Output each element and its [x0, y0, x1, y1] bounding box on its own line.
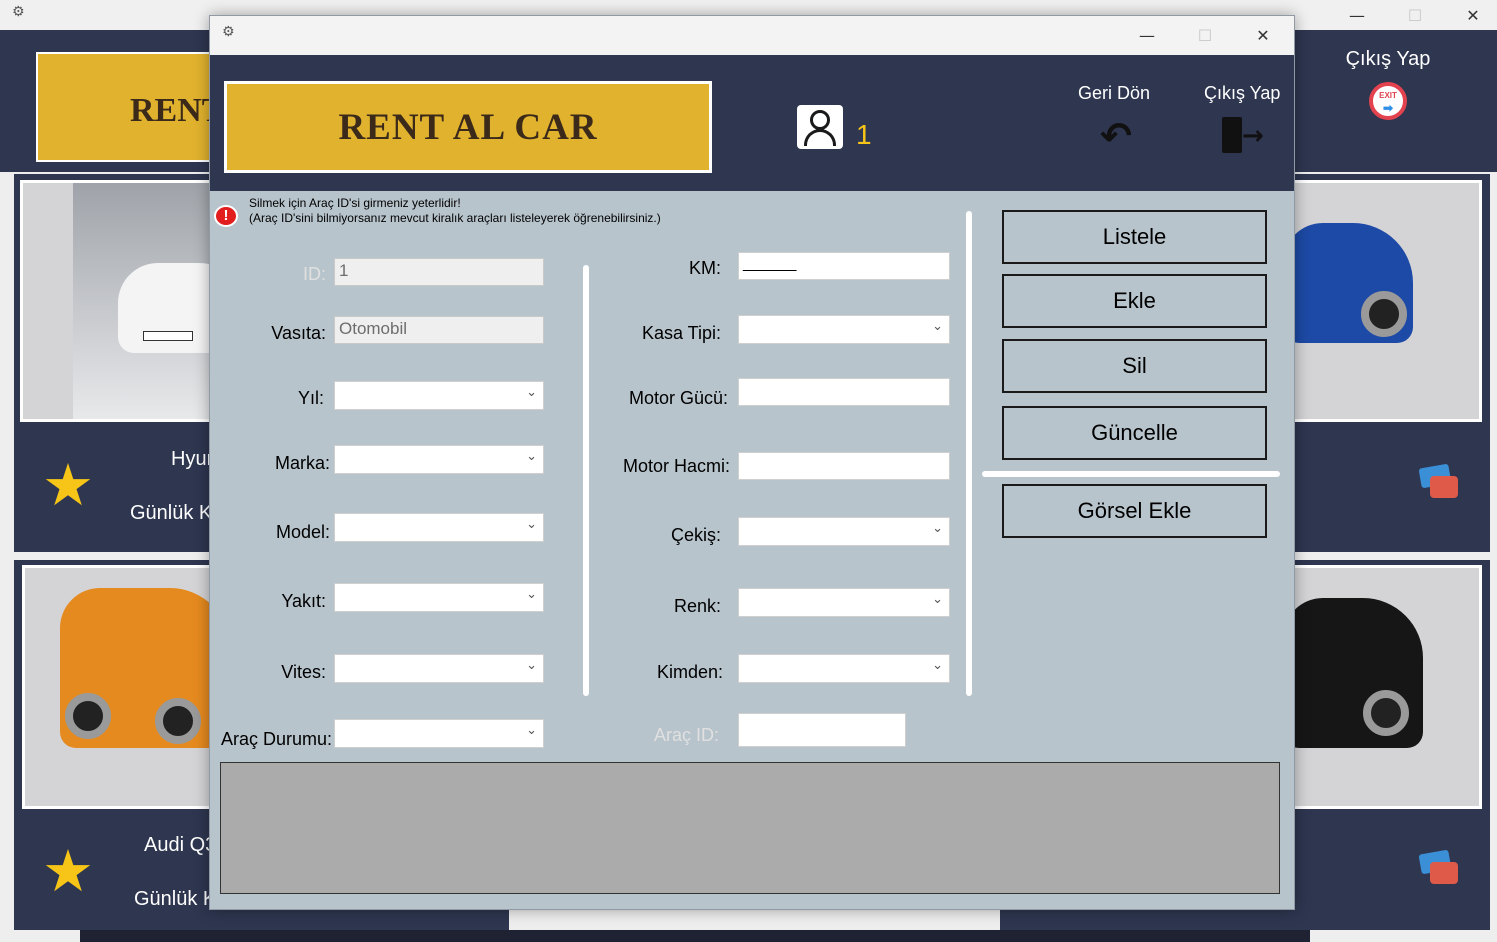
km-field[interactable]: ______	[738, 252, 950, 280]
background-exit-label[interactable]: Çıkış Yap	[1340, 48, 1436, 71]
dialog-header: RENT AL CAR 1 Geri Dön ↶ Çıkış Yap →	[210, 55, 1294, 191]
vasita-label: Vasıta:	[271, 323, 326, 343]
guncelle-button[interactable]: Güncelle	[1002, 406, 1267, 460]
vites-dropdown[interactable]: ⌄	[334, 654, 544, 683]
dialog-titlebar: ⚙ — ☐ ✕	[210, 16, 1294, 55]
chevron-down-icon: ⌄	[932, 319, 943, 334]
bottom-strip	[80, 930, 1310, 942]
yil-dropdown[interactable]: ⌄	[334, 381, 544, 410]
car-card-name: Audi Q3	[144, 834, 217, 856]
kasa-tipi-dropdown[interactable]: ⌄	[738, 315, 950, 344]
back-label[interactable]: Geri Dön	[1078, 83, 1150, 104]
button-divider	[982, 471, 1280, 477]
car-image-black-sedan	[1280, 565, 1482, 809]
car-image-hyundai	[20, 180, 220, 422]
chevron-down-icon: ⌄	[526, 385, 537, 400]
data-grid[interactable]	[220, 762, 1280, 894]
exit-badge-text: EXIT	[1379, 91, 1397, 100]
kimden-dropdown[interactable]: ⌄	[738, 654, 950, 683]
motor-hacmi-field[interactable]	[738, 452, 950, 480]
yil-label: Yıl:	[297, 388, 324, 408]
star-icon[interactable]: ★	[42, 456, 94, 514]
motor-gucu-field[interactable]	[738, 378, 950, 406]
minimize-icon[interactable]: —	[1334, 0, 1380, 30]
gorsel-ekle-button[interactable]: Görsel Ekle	[1002, 484, 1267, 538]
minimize-icon[interactable]: —	[1124, 20, 1170, 50]
motor-gucu-label: Motor Gücü:	[628, 388, 728, 408]
user-icon	[797, 105, 843, 149]
motor-hacmi-label: Motor Hacmi:	[622, 456, 730, 476]
marka-label: Marka:	[274, 453, 330, 473]
listele-button[interactable]: Listele	[1002, 210, 1267, 264]
payment-card-icon[interactable]	[1418, 463, 1458, 498]
warning-line-1: Silmek için Araç ID'si girmeniz yeterlid…	[249, 196, 461, 210]
chevron-down-icon: ⌄	[932, 592, 943, 607]
close-icon[interactable]: ✕	[1450, 0, 1496, 30]
vites-label: Vites:	[281, 662, 326, 682]
arac-durumu-dropdown[interactable]: ⌄	[334, 719, 544, 748]
cekis-label: Çekiş:	[670, 525, 721, 545]
kimden-label: Kimden:	[656, 662, 723, 682]
vehicle-management-dialog: ⚙ — ☐ ✕ RENT AL CAR 1 Geri Dön ↶ Çıkış Y…	[209, 15, 1295, 910]
back-arrow-icon[interactable]: ↶	[1100, 117, 1136, 155]
model-label: Model:	[275, 522, 330, 542]
vasita-field[interactable]: Otomobil	[334, 316, 544, 344]
user-id: 1	[856, 119, 872, 150]
chevron-down-icon: ⌄	[526, 517, 537, 532]
payment-card-icon[interactable]	[1418, 849, 1458, 884]
app-icon: ⚙	[222, 24, 235, 40]
close-icon[interactable]: ✕	[1240, 20, 1286, 50]
logout-door-icon[interactable]: →	[1222, 117, 1264, 155]
maximize-icon[interactable]: ☐	[1182, 20, 1228, 50]
warning-icon: !	[214, 205, 238, 227]
chevron-down-icon: ⌄	[932, 521, 943, 536]
ekle-button[interactable]: Ekle	[1002, 274, 1267, 328]
sil-button[interactable]: Sil	[1002, 339, 1267, 393]
app-icon: ⚙	[12, 4, 25, 20]
kasa-tipi-label: Kasa Tipi:	[641, 323, 721, 343]
model-dropdown[interactable]: ⌄	[334, 513, 544, 542]
km-label: KM:	[688, 258, 721, 278]
chevron-down-icon: ⌄	[526, 658, 537, 673]
renk-dropdown[interactable]: ⌄	[738, 588, 950, 617]
arac-id-field[interactable]	[738, 713, 906, 747]
column-divider	[583, 265, 589, 696]
renk-label: Renk:	[673, 596, 721, 616]
arrow-right-icon: ➡	[1382, 101, 1394, 115]
yakit-label: Yakıt:	[281, 591, 326, 611]
warning-message: Silmek için Araç ID'si girmeniz yeterlid…	[249, 196, 661, 226]
cekis-dropdown[interactable]: ⌄	[738, 517, 950, 546]
arac-durumu-label: Araç Durumu:	[220, 729, 332, 749]
maximize-icon[interactable]: ☐	[1392, 0, 1438, 30]
yakit-dropdown[interactable]: ⌄	[334, 583, 544, 612]
chevron-down-icon: ⌄	[526, 587, 537, 602]
column-divider	[966, 211, 972, 696]
id-field[interactable]: 1	[334, 258, 544, 286]
chevron-down-icon: ⌄	[526, 449, 537, 464]
chevron-down-icon: ⌄	[932, 658, 943, 673]
exit-label[interactable]: Çıkış Yap	[1204, 83, 1280, 104]
car-image-audi-q3	[22, 565, 222, 809]
background-logo: RENT AL CAR	[36, 52, 236, 162]
arac-id-label: Araç ID:	[653, 725, 719, 745]
warning-line-2: (Araç ID'sini bilmiyorsanız mevcut kiral…	[249, 211, 661, 225]
marka-dropdown[interactable]: ⌄	[334, 445, 544, 474]
chevron-down-icon: ⌄	[526, 723, 537, 738]
id-label: ID:	[302, 264, 326, 284]
app-logo: RENT AL CAR	[224, 81, 712, 173]
exit-icon[interactable]: EXIT ➡	[1369, 82, 1407, 120]
car-image-bmw	[1280, 180, 1482, 422]
star-icon[interactable]: ★	[42, 842, 94, 900]
